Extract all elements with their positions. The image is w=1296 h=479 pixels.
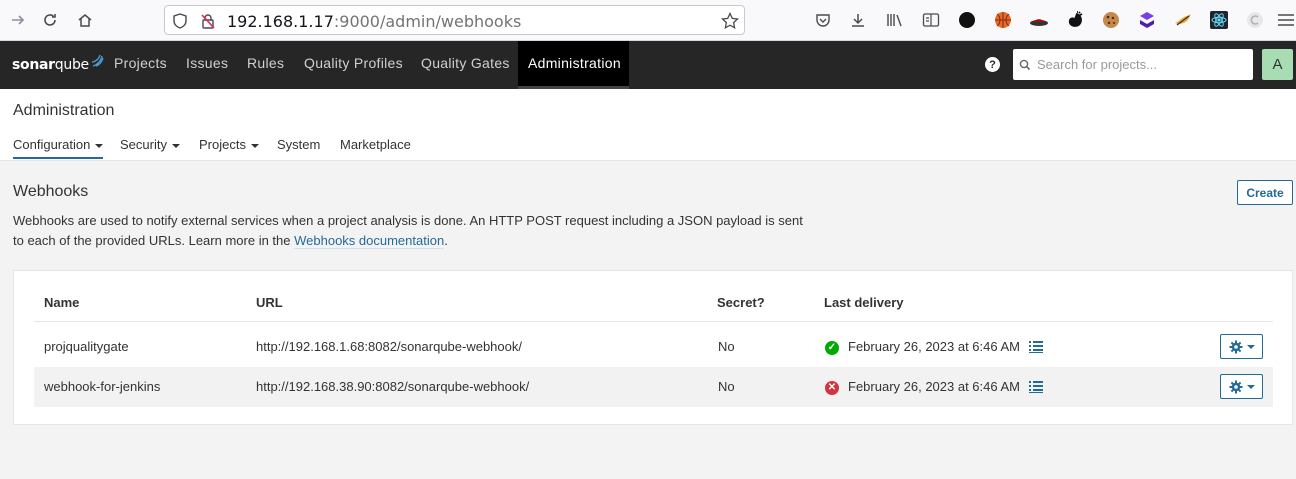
chevron-down-icon [1246, 384, 1255, 389]
webhook-secret: No [718, 379, 735, 394]
tab-configuration[interactable]: Configuration [13, 137, 104, 159]
column-header-url: URL [256, 295, 283, 310]
tab-projects[interactable]: Projects [199, 137, 259, 159]
extension-gnome-icon[interactable] [1065, 10, 1085, 30]
webhook-url: http://192.168.1.68:8082/sonarqube-webho… [256, 339, 522, 354]
webhooks-documentation-link[interactable]: Webhooks documentation [294, 233, 445, 249]
browser-toolbar: 192.168.1.17:9000/admin/webhooks [0, 0, 1296, 41]
tab-marketplace[interactable]: Marketplace [340, 137, 411, 159]
nav-projects[interactable]: Projects [104, 41, 177, 89]
chevron-down-icon [1246, 344, 1255, 349]
chevron-down-icon [171, 144, 180, 148]
nav-issues[interactable]: Issues [176, 41, 238, 89]
home-icon[interactable] [73, 8, 97, 32]
pocket-icon[interactable] [813, 10, 833, 30]
column-header-last-delivery: Last delivery [824, 295, 904, 310]
extension-react-icon[interactable] [1209, 10, 1229, 30]
avatar[interactable]: A [1262, 49, 1293, 80]
last-delivery-date: February 26, 2023 at 6:46 AM [848, 339, 1020, 354]
reader-view-icon[interactable] [921, 10, 941, 30]
chevron-down-icon [250, 144, 259, 148]
insecure-lock-icon[interactable] [199, 12, 217, 30]
search-placeholder: Search for projects... [1037, 57, 1157, 72]
webhook-actions-button[interactable] [1220, 334, 1263, 359]
nav-rules[interactable]: Rules [237, 41, 294, 89]
extension-dark-circle-icon[interactable] [957, 10, 977, 30]
admin-header: Administration Configuration Security Pr… [0, 89, 1296, 161]
webhook-url: http://192.168.38.90:8082/sonarqube-webh… [256, 379, 530, 394]
delivery-list-icon[interactable] [1029, 380, 1043, 394]
download-icon[interactable] [848, 10, 868, 30]
shield-icon[interactable] [171, 12, 189, 30]
extension-bird-icon[interactable] [1173, 10, 1193, 30]
tab-security[interactable]: Security [120, 137, 180, 159]
bookmark-star-icon[interactable] [721, 12, 739, 30]
library-icon[interactable] [885, 10, 905, 30]
search-icon [1019, 59, 1031, 71]
extension-c-icon[interactable] [1245, 10, 1265, 30]
nav-administration[interactable]: Administration [518, 41, 629, 89]
extension-purple-cube-icon[interactable] [1137, 10, 1157, 30]
page-title: Administration [13, 102, 115, 119]
extension-ball-icon[interactable] [993, 10, 1013, 30]
success-check-icon: ✓ [825, 341, 839, 355]
webhook-secret: No [718, 339, 735, 354]
overflow-menu-icon[interactable] [1276, 10, 1296, 30]
gear-icon [1229, 380, 1242, 393]
sonarqube-logo[interactable]: sonar qube [12, 53, 107, 77]
reload-icon[interactable] [38, 8, 62, 32]
extension-cookie-icon[interactable] [1101, 10, 1121, 30]
extension-hat-icon[interactable] [1029, 10, 1049, 30]
column-header-name: Name [44, 295, 80, 310]
help-icon[interactable]: ? [985, 57, 1000, 72]
forward-icon[interactable] [6, 8, 30, 32]
url-text[interactable]: 192.168.1.17:9000/admin/webhooks [227, 12, 521, 31]
webhook-name: projqualitygate [44, 339, 129, 354]
create-button[interactable]: Create [1237, 180, 1293, 205]
tab-system[interactable]: System [277, 137, 320, 159]
delivery-list-icon[interactable] [1029, 340, 1043, 354]
column-header-secret: Secret? [717, 295, 765, 310]
table-row: webhook-for-jenkins http://192.168.38.90… [34, 367, 1273, 407]
table-row: projqualitygate http://192.168.1.68:8082… [34, 327, 1273, 367]
nav-quality-profiles[interactable]: Quality Profiles [294, 41, 413, 89]
nav-quality-gates[interactable]: Quality Gates [411, 41, 520, 89]
webhook-name: webhook-for-jenkins [44, 379, 161, 394]
webhooks-table: Name URL Secret? Last delivery projquali… [13, 270, 1293, 425]
webhooks-description: Webhooks are used to notify external ser… [13, 213, 803, 249]
webhook-actions-button[interactable] [1220, 374, 1263, 399]
url-bar[interactable]: 192.168.1.17:9000/admin/webhooks [164, 5, 745, 35]
webhooks-title: Webhooks [13, 183, 89, 200]
failure-x-icon: ✕ [825, 381, 839, 395]
gear-icon [1229, 340, 1242, 353]
search-input[interactable]: Search for projects... [1013, 49, 1253, 80]
chevron-down-icon [95, 144, 104, 148]
last-delivery-date: February 26, 2023 at 6:46 AM [848, 379, 1020, 394]
header-divider [34, 321, 1273, 322]
